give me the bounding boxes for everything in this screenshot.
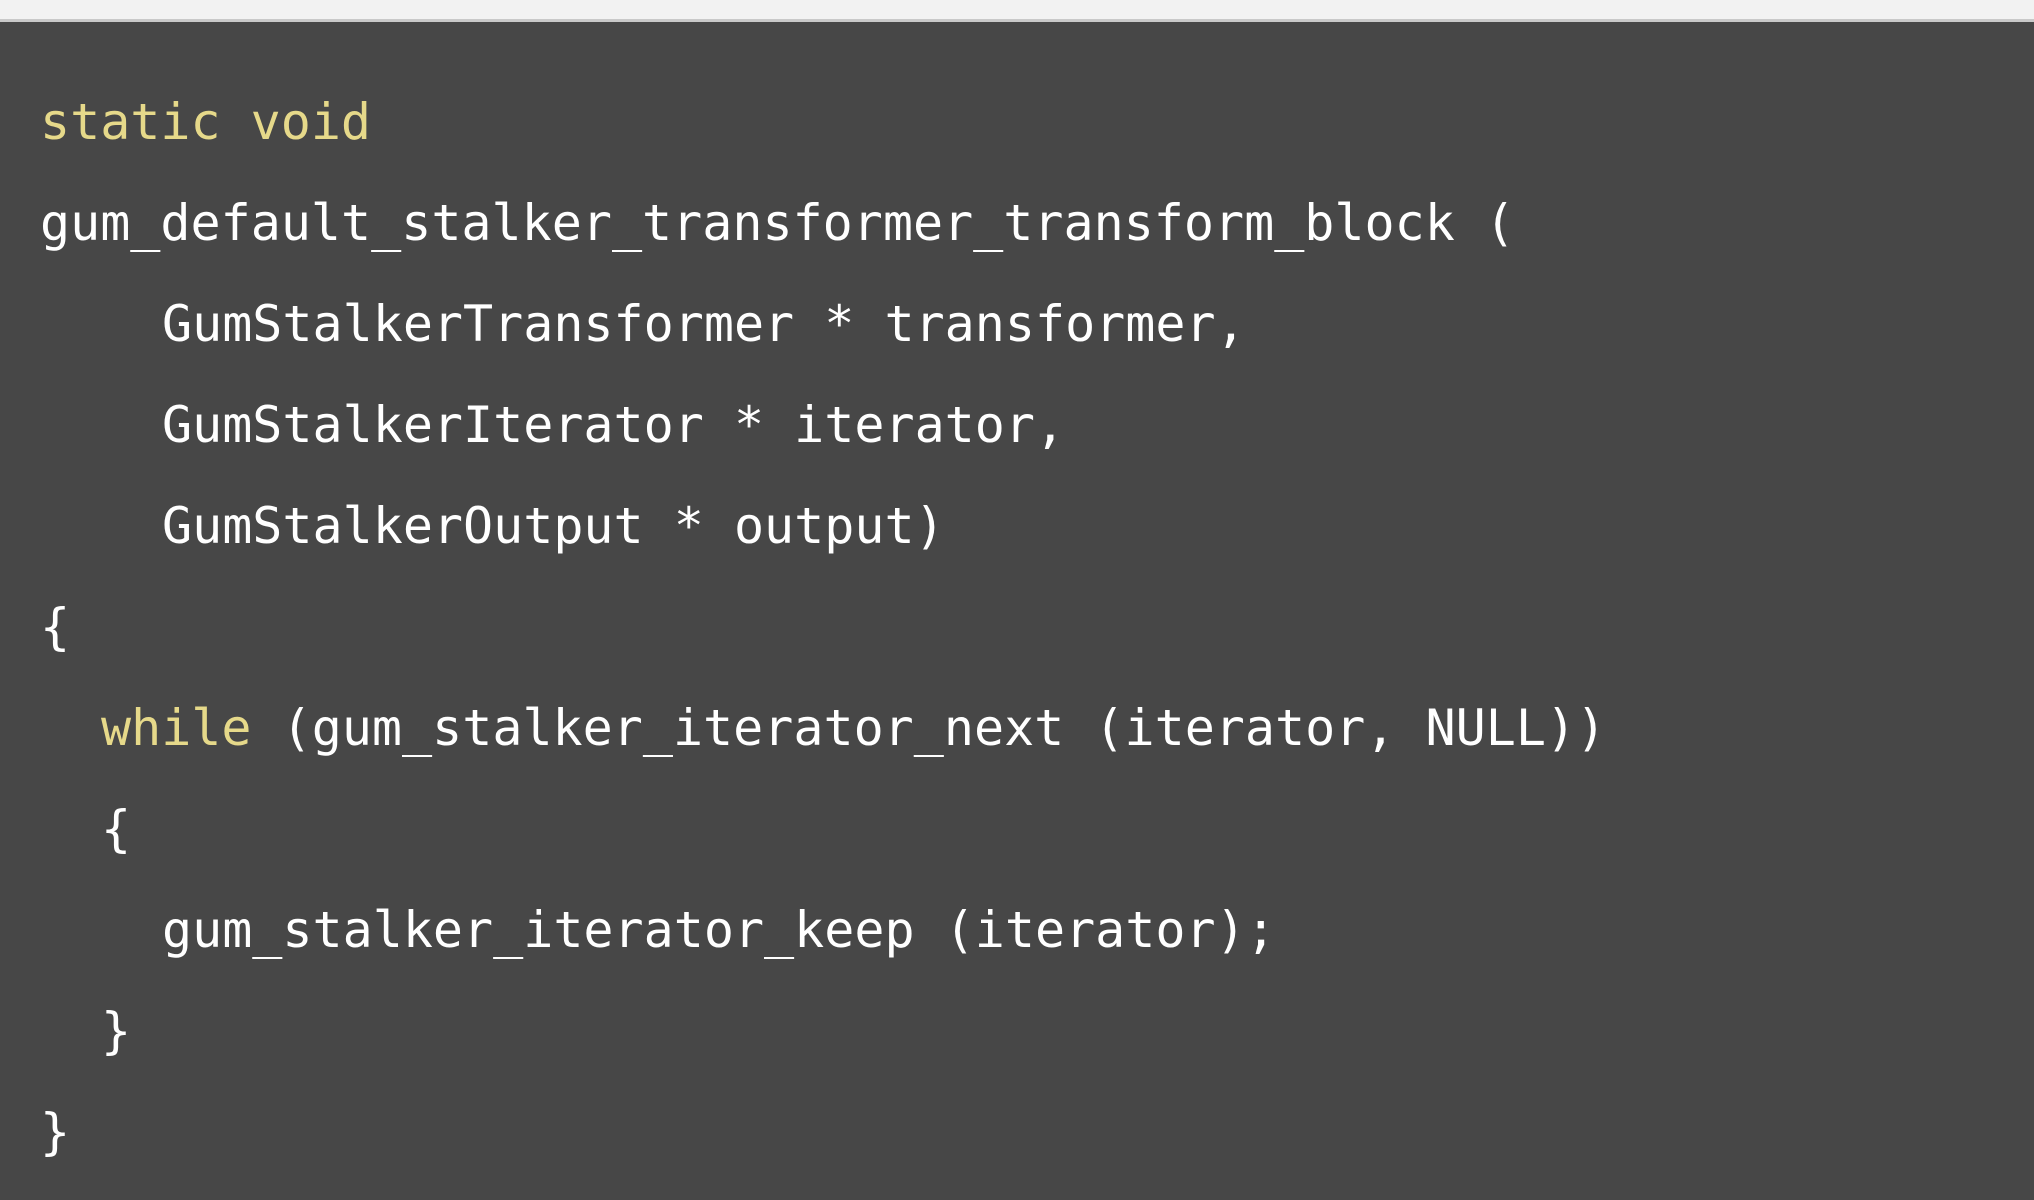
code-line-1: static void: [40, 72, 2034, 173]
keyword-void: void: [250, 93, 372, 151]
keyword-static: static: [40, 93, 221, 151]
open-brace: {: [40, 598, 71, 656]
code-line-11: }: [40, 1082, 2034, 1183]
code-line-6: {: [40, 577, 2034, 678]
iterator-keep-call: gum_stalker_iterator_keep (iterator);: [162, 901, 1276, 959]
code-line-8: {: [40, 779, 2034, 880]
function-signature: gum_default_stalker_transformer_transfor…: [40, 194, 1516, 252]
code-line-10: }: [40, 981, 2034, 1082]
param-iterator: GumStalkerIterator * iterator,: [162, 396, 1066, 454]
code-line-4: GumStalkerIterator * iterator,: [40, 375, 2034, 476]
page-top-strip: [0, 0, 2034, 22]
open-brace: {: [101, 800, 132, 858]
code-line-5: GumStalkerOutput * output): [40, 476, 2034, 577]
close-brace: }: [101, 1002, 132, 1060]
code-line-7: while (gum_stalker_iterator_next (iterat…: [40, 678, 2034, 779]
code-block: static void gum_default_stalker_transform…: [0, 22, 2034, 1200]
param-transformer: GumStalkerTransformer * transformer,: [162, 295, 1246, 353]
code-line-3: GumStalkerTransformer * transformer,: [40, 274, 2034, 375]
close-brace: }: [40, 1103, 71, 1161]
while-condition: (gum_stalker_iterator_next (iterator, NU…: [251, 699, 1607, 757]
code-line-9: gum_stalker_iterator_keep (iterator);: [40, 880, 2034, 981]
code-line-2: gum_default_stalker_transformer_transfor…: [40, 173, 2034, 274]
param-output: GumStalkerOutput * output): [162, 497, 945, 555]
keyword-while: while: [101, 699, 252, 757]
